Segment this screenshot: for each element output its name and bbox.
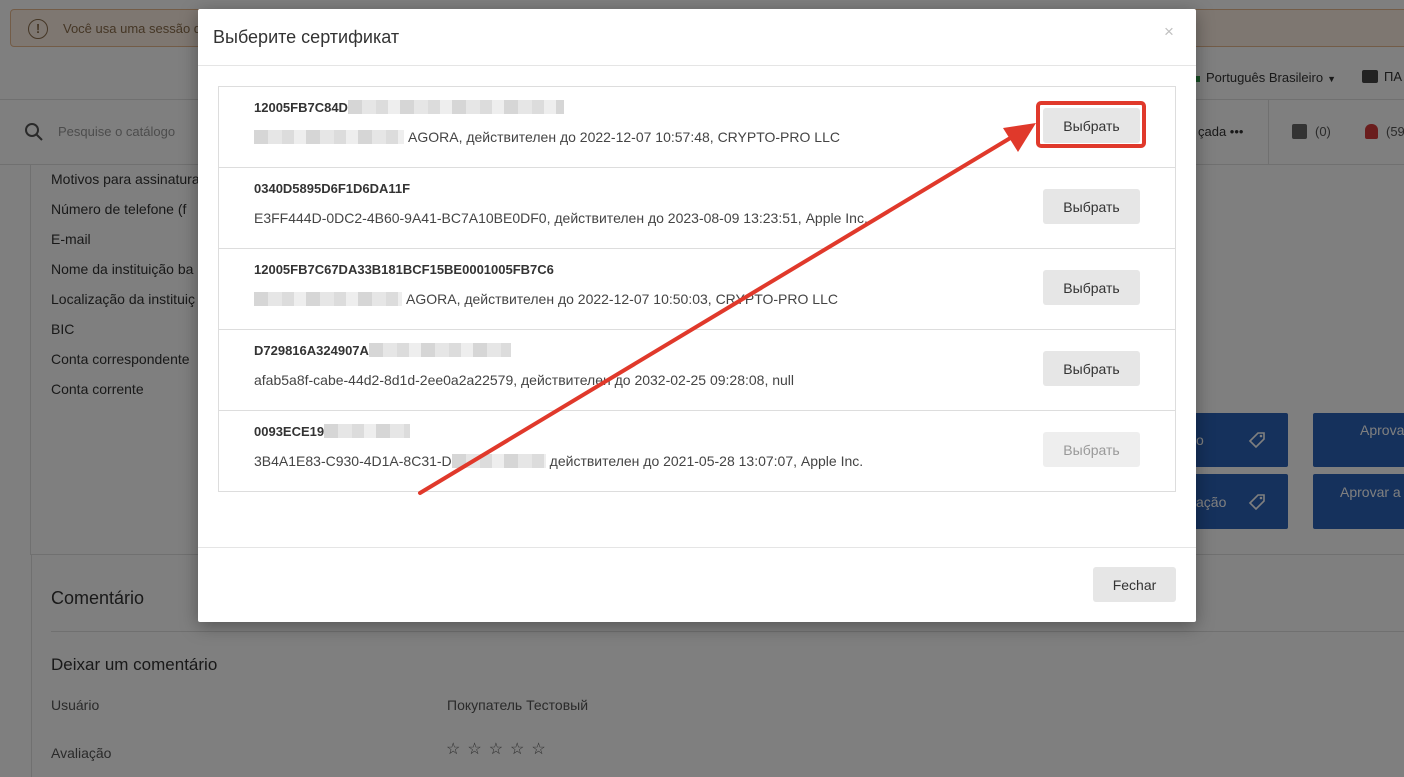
certificate-description: 3B4A1E83-C930-4D1A-8C31-D действителен до… <box>254 453 863 469</box>
choose-certificate-button[interactable]: Выбрать <box>1043 189 1140 224</box>
redacted-block <box>254 292 402 306</box>
certificate-id: 0340D5895D6F1D6DA11F <box>254 181 411 196</box>
certificate-list: 12005FB7C84D AGORA, действителен до 2022… <box>218 86 1176 492</box>
certificate-id: 0093ECE19 <box>254 424 411 439</box>
dialog-title: Выберите сертификат <box>213 27 400 47</box>
redacted-block <box>254 130 404 144</box>
certificate-row: 0340D5895D6F1D6DA11F E3FF444D-0DC2-4B60-… <box>219 168 1175 249</box>
certificate-row: 0093ECE19 3B4A1E83-C930-4D1A-8C31-D дейст… <box>219 411 1175 491</box>
certificate-description: afab5a8f-cabe-44d2-8d1d-2ee0a2a22579, де… <box>254 372 795 388</box>
choose-certificate-button-disabled: Выбрать <box>1043 432 1140 467</box>
certificate-id: 12005FB7C67DA33B181BCF15BE0001005FB7C6 <box>254 262 554 277</box>
redacted-block <box>368 343 511 357</box>
certificate-description-prefix: 3B4A1E83-C930-4D1A-8C31-D <box>254 453 452 469</box>
certificate-description: E3FF444D-0DC2-4B60-9A41-BC7A10BE0DF0, де… <box>254 210 868 226</box>
redacted-block <box>347 100 564 114</box>
certificate-row: D729816A324907A afab5a8f-cabe-44d2-8d1d-… <box>219 330 1175 411</box>
certificate-description-text: AGORA, действителен до 2022-12-07 10:50:… <box>406 291 838 307</box>
certificate-description: AGORA, действителен до 2022-12-07 10:57:… <box>254 129 840 145</box>
close-icon[interactable]: × <box>1164 22 1174 42</box>
certificate-description: AGORA, действителен до 2022-12-07 10:50:… <box>254 291 838 307</box>
certificate-id: 12005FB7C84D <box>254 100 564 115</box>
certificate-description-text: действителен до 2021-05-28 13:07:07, App… <box>549 453 864 469</box>
choose-certificate-button[interactable]: Выбрать <box>1043 108 1140 143</box>
certificate-id-text: 12005FB7C84D <box>254 100 348 115</box>
certificate-description-text: AGORA, действителен до 2022-12-07 10:57:… <box>408 129 840 145</box>
certificate-dialog: Выберите сертификат × 12005FB7C84D AGORA… <box>198 9 1196 622</box>
certificate-row: 12005FB7C67DA33B181BCF15BE0001005FB7C6 A… <box>219 249 1175 330</box>
certificate-id-text: D729816A324907A <box>254 343 369 358</box>
dialog-footer: Fechar <box>198 547 1196 622</box>
certificate-row: 12005FB7C84D AGORA, действителен до 2022… <box>219 87 1175 168</box>
certificate-id-text: 0093ECE19 <box>254 424 325 439</box>
dialog-header: Выберите сертификат × <box>198 9 1196 66</box>
choose-certificate-button[interactable]: Выбрать <box>1043 270 1140 305</box>
redacted-block <box>324 424 411 438</box>
certificate-id: D729816A324907A <box>254 343 511 358</box>
close-button[interactable]: Fechar <box>1093 567 1176 602</box>
choose-certificate-button[interactable]: Выбрать <box>1043 351 1140 386</box>
redacted-block <box>451 454 546 468</box>
